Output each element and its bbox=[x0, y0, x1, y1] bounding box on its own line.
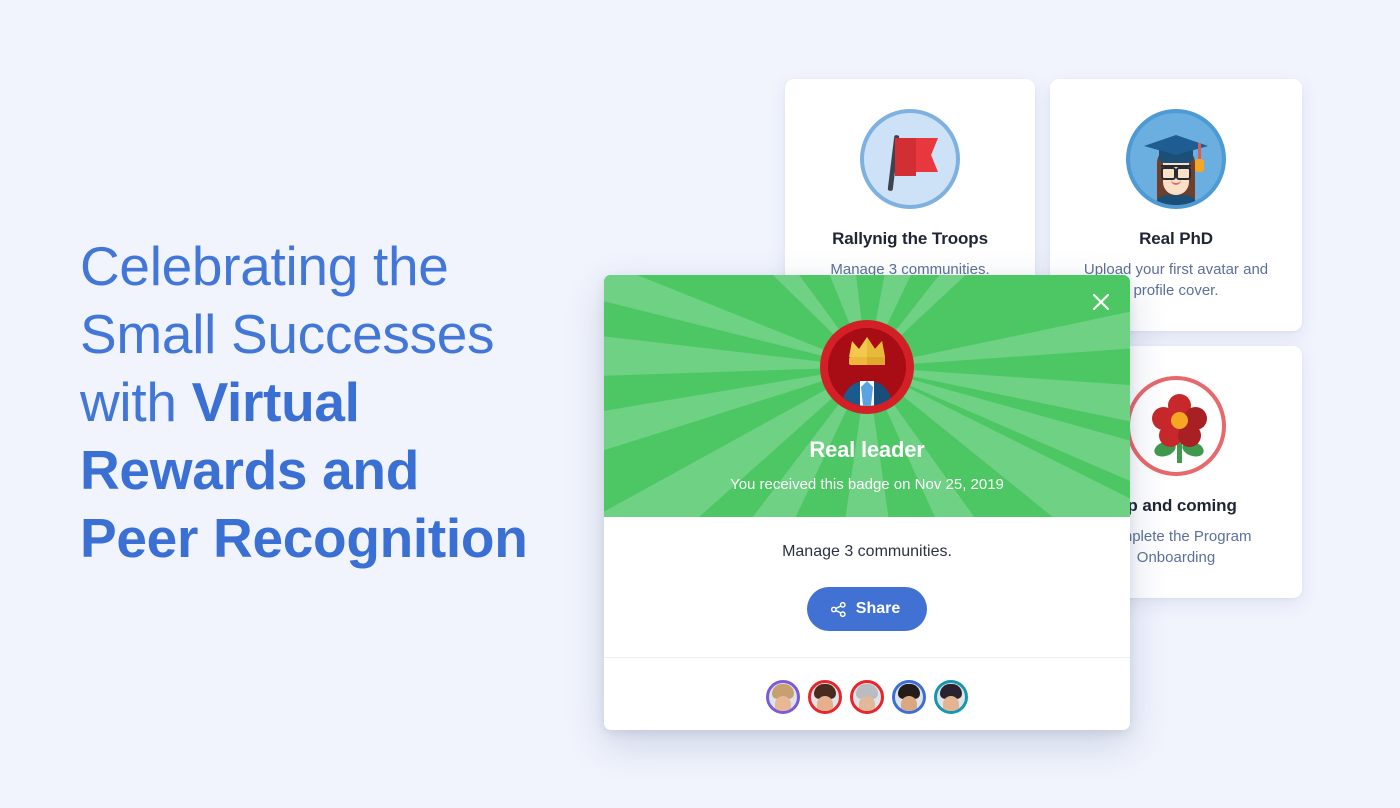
badge-card-icon bbox=[1126, 376, 1226, 476]
badge-received-date: You received this badge on Nov 25, 2019 bbox=[730, 476, 1004, 493]
avatar-face-shape bbox=[775, 696, 791, 711]
share-nodes-icon bbox=[830, 601, 846, 617]
headline-line-3: with Virtual bbox=[80, 368, 600, 436]
badge-description: Manage 3 communities. bbox=[782, 543, 952, 560]
red-flag-icon bbox=[860, 109, 960, 209]
headline-line-5: Peer Recognition bbox=[80, 507, 528, 569]
unlocked-suffix: unlocked this badge bbox=[842, 728, 979, 730]
avatar-face-shape bbox=[859, 696, 875, 711]
unlocked-text: 12,370 users unlocked this badge bbox=[604, 728, 1130, 730]
avatar-face-shape bbox=[817, 696, 833, 711]
crown-leader-medallion-icon bbox=[820, 320, 914, 414]
headline-line-3-bold: Virtual bbox=[191, 371, 360, 433]
badge-card-icon bbox=[860, 109, 960, 209]
modal-body: Manage 3 communities. Share bbox=[604, 517, 1130, 730]
avatar[interactable] bbox=[892, 680, 926, 714]
unlocked-section: 12,370 users unlocked this badge bbox=[604, 658, 1130, 730]
avatar-face-shape bbox=[901, 696, 917, 711]
badge-name: Real leader bbox=[809, 437, 925, 462]
graduate-body-shape bbox=[1156, 195, 1196, 205]
avatar-face-shape bbox=[943, 696, 959, 711]
headline-line-1: Celebrating the bbox=[80, 235, 449, 297]
unlocked-count[interactable]: 12,370 users bbox=[755, 728, 842, 730]
share-button-label: Share bbox=[855, 600, 901, 617]
badge-detail-modal: Real leader You received this badge on N… bbox=[604, 275, 1130, 730]
flower-center-shape bbox=[1171, 412, 1188, 429]
avatar[interactable] bbox=[850, 680, 884, 714]
modal-header: Real leader You received this badge on N… bbox=[604, 275, 1130, 517]
close-x-glyph bbox=[1092, 293, 1110, 311]
headline-line-3-normal: with bbox=[80, 371, 192, 433]
graduate-tassel-shape bbox=[1195, 159, 1204, 172]
badge-card-title: Rallynig the Troops bbox=[832, 229, 988, 248]
badge-card-icon bbox=[1126, 109, 1226, 209]
share-button[interactable]: Share bbox=[806, 587, 928, 631]
headline-line-2: Small Successes bbox=[80, 303, 495, 365]
flag-cloth-shadow-shape bbox=[895, 138, 916, 176]
badge-card-title: Real PhD bbox=[1139, 229, 1213, 248]
close-icon[interactable] bbox=[1084, 285, 1118, 319]
avatar-row bbox=[604, 680, 1130, 714]
headline-line-4: Rewards and bbox=[80, 439, 420, 501]
graduate-glasses-shape bbox=[1161, 165, 1191, 180]
page-headline: Celebrating the Small Successes with Vir… bbox=[80, 232, 600, 572]
graduate-avatar-icon bbox=[1126, 109, 1226, 209]
red-flower-icon bbox=[1126, 376, 1226, 476]
avatar[interactable] bbox=[766, 680, 800, 714]
avatar[interactable] bbox=[808, 680, 842, 714]
avatar[interactable] bbox=[934, 680, 968, 714]
